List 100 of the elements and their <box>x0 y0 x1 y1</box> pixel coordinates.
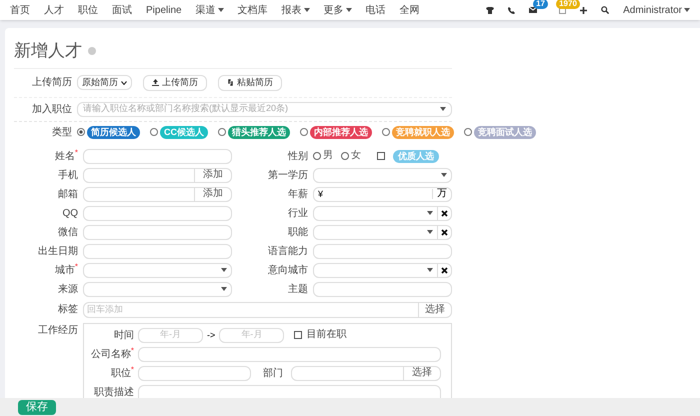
select-field[interactable] <box>83 262 232 278</box>
page-title: 新增人才 <box>14 40 82 62</box>
close-icon[interactable] <box>441 266 448 274</box>
input-field[interactable] <box>83 186 195 202</box>
input-field[interactable] <box>83 244 232 258</box>
type-tag: CC候选人 <box>160 126 208 138</box>
field-label: 时间 <box>114 328 134 342</box>
field-label: 微信 <box>58 226 78 240</box>
input-field[interactable] <box>138 346 441 362</box>
required-mark: * <box>130 366 134 374</box>
radio-button[interactable] <box>300 128 308 136</box>
radio-button[interactable] <box>464 128 472 136</box>
field-label: 邮箱 <box>58 188 78 202</box>
caret-icon <box>427 268 433 272</box>
currency-symbol: ¥ <box>318 190 324 198</box>
radio-button[interactable] <box>77 128 85 136</box>
field-label: 来源 <box>58 282 78 296</box>
input-field[interactable] <box>83 206 232 220</box>
user-menu[interactable]: Administrator <box>623 2 690 18</box>
clear-button[interactable] <box>438 262 452 278</box>
count-badge: 1970 <box>556 0 580 8</box>
field-label: 职责描述 <box>94 386 134 398</box>
caret-icon <box>427 211 433 215</box>
radio-label: 男 <box>323 151 333 161</box>
field-label: 类型 <box>52 126 72 140</box>
input-field[interactable] <box>313 244 452 258</box>
type-tag: 内部推荐人选 <box>310 126 372 138</box>
nav-link[interactable]: 报表 <box>282 2 310 18</box>
field-label: 公司名称 <box>90 348 131 362</box>
nav-link[interactable]: 职位 <box>78 2 98 18</box>
field-label: 姓名 <box>54 150 75 164</box>
checkbox[interactable] <box>377 152 385 160</box>
input-field[interactable] <box>83 224 232 240</box>
input-field[interactable] <box>313 282 452 296</box>
radio-button[interactable] <box>150 128 158 136</box>
radio-button[interactable] <box>313 152 321 160</box>
nav-link[interactable]: 面试 <box>112 2 132 18</box>
select-button[interactable]: 选择 <box>419 302 452 318</box>
type-tag: 竞聘面试人选 <box>474 126 536 138</box>
field-label: 上传简历 <box>32 76 72 90</box>
select-field[interactable] <box>313 206 438 220</box>
field-label: 职位 <box>110 366 131 380</box>
type-tag: 猎头推荐人选 <box>228 126 290 138</box>
nav-link[interactable]: 更多 <box>324 2 352 18</box>
nav-link[interactable]: 人才 <box>44 2 64 18</box>
upload-button[interactable]: 上传简历 <box>143 74 207 90</box>
chevron-icon <box>121 80 127 84</box>
nav-link[interactable]: Pipeline <box>146 2 182 18</box>
clear-button[interactable] <box>438 224 452 240</box>
checkbox-label: 目前在职 <box>306 330 346 340</box>
nav-link[interactable]: 首页 <box>10 2 30 18</box>
nav-link[interactable]: 全网 <box>400 2 420 18</box>
unit-label: 万 <box>432 189 447 199</box>
input-field[interactable] <box>291 366 404 380</box>
select-button[interactable]: 选择 <box>404 366 441 380</box>
checkbox[interactable] <box>294 331 302 339</box>
shirt-icon[interactable] <box>486 6 494 14</box>
required-mark: * <box>74 262 78 270</box>
required-mark: * <box>74 148 78 156</box>
clear-button[interactable] <box>438 206 452 220</box>
add-button[interactable]: 添加 <box>195 186 232 202</box>
close-icon[interactable] <box>441 210 448 216</box>
count-badge: 17 <box>533 0 548 9</box>
caret-icon <box>221 287 227 291</box>
field-label: 加入职位 <box>32 102 72 116</box>
input-field[interactable] <box>83 148 232 164</box>
radio-button[interactable] <box>341 152 349 160</box>
upload-icon <box>152 79 159 86</box>
add-button[interactable]: 添加 <box>195 168 232 182</box>
type-tag: 简历候选人 <box>87 126 140 138</box>
caret-icon <box>440 107 446 111</box>
radio-button[interactable] <box>382 128 390 136</box>
plus-icon[interactable] <box>580 6 588 14</box>
field-label: 意向城市 <box>268 264 308 278</box>
close-icon[interactable] <box>441 228 448 236</box>
tag-label: 优质人选 <box>393 150 439 162</box>
field-label: QQ <box>62 206 78 220</box>
nav-link[interactable]: 渠道 <box>196 2 224 18</box>
mail-icon[interactable] <box>529 7 538 13</box>
field-label: 主题 <box>288 282 308 296</box>
range-arrow: -> <box>207 330 216 340</box>
search-icon[interactable] <box>601 6 610 14</box>
resume-select[interactable]: 原始简历 <box>77 75 132 90</box>
phone-icon[interactable] <box>508 6 516 14</box>
field-label: 职能 <box>288 226 308 240</box>
salary-field[interactable]: ¥ 万 <box>313 186 452 202</box>
select-field[interactable] <box>83 282 232 296</box>
nav-link[interactable]: 电话 <box>366 2 386 18</box>
field-label: 年薪 <box>288 188 308 202</box>
select-field[interactable] <box>313 168 452 182</box>
field-label: 出生日期 <box>38 244 78 258</box>
select-field[interactable] <box>313 262 438 278</box>
input-field[interactable] <box>83 168 195 182</box>
select-field[interactable] <box>313 224 438 240</box>
field-label: 行业 <box>288 206 308 220</box>
paste-icon <box>227 79 234 86</box>
input-field[interactable] <box>138 366 251 380</box>
nav-link[interactable]: 文档库 <box>238 2 268 18</box>
radio-button[interactable] <box>218 128 226 136</box>
upload-button[interactable]: 粘贴简历 <box>218 74 282 90</box>
